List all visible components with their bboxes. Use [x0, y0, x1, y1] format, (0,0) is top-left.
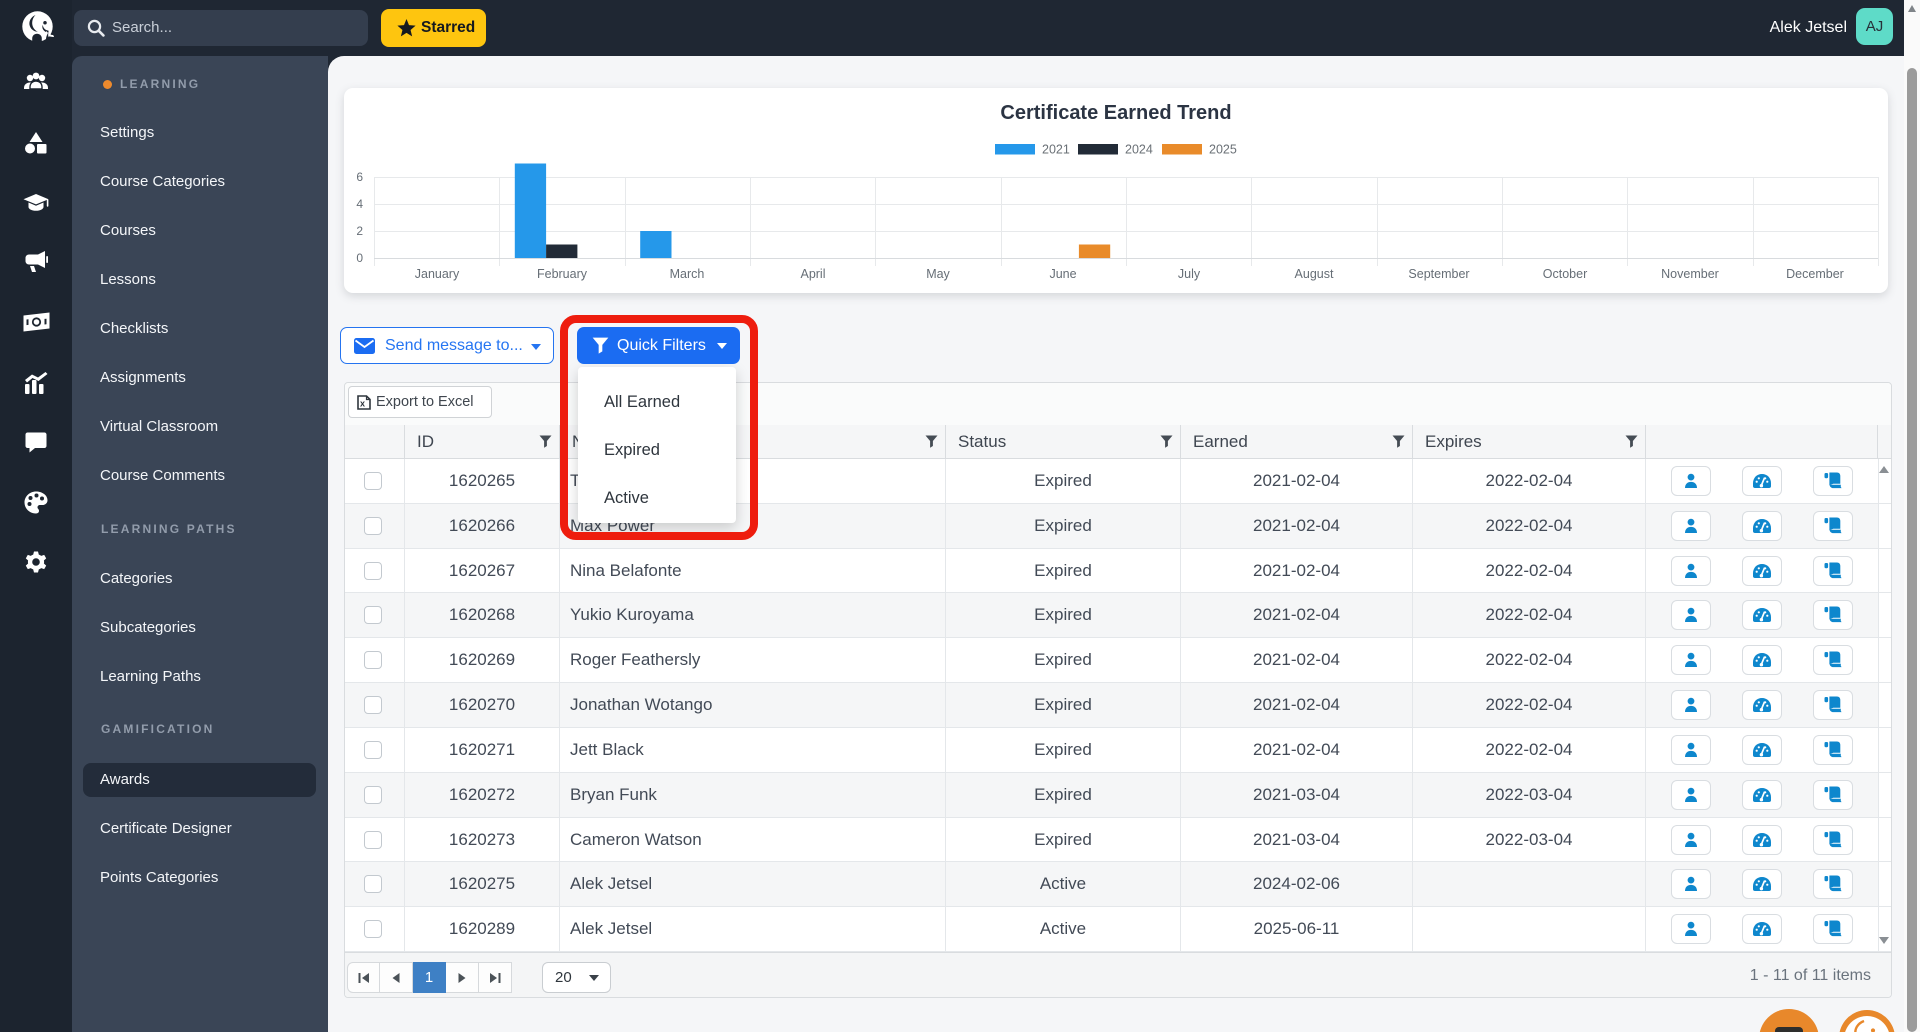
svg-text:0: 0 [356, 251, 363, 265]
svg-text:October: October [1543, 267, 1587, 281]
svg-text:August: August [1295, 267, 1334, 281]
svg-text:2024: 2024 [1125, 143, 1153, 157]
svg-text:Certificate Earned Trend: Certificate Earned Trend [1000, 102, 1231, 124]
svg-text:2021: 2021 [1042, 143, 1070, 157]
svg-text:March: March [670, 267, 705, 281]
svg-text:July: July [1178, 267, 1201, 281]
svg-text:February: February [537, 267, 588, 281]
svg-text:4: 4 [356, 197, 363, 211]
svg-text:April: April [800, 267, 825, 281]
svg-text:January: January [415, 267, 460, 281]
svg-text:November: November [1661, 267, 1719, 281]
svg-text:December: December [1786, 267, 1844, 281]
svg-text:May: May [926, 267, 950, 281]
svg-text:6: 6 [356, 170, 363, 184]
svg-text:June: June [1049, 267, 1076, 281]
svg-text:September: September [1408, 267, 1469, 281]
svg-text:x: x [360, 399, 365, 409]
svg-text:2025: 2025 [1209, 143, 1237, 157]
svg-text:2: 2 [356, 224, 363, 238]
